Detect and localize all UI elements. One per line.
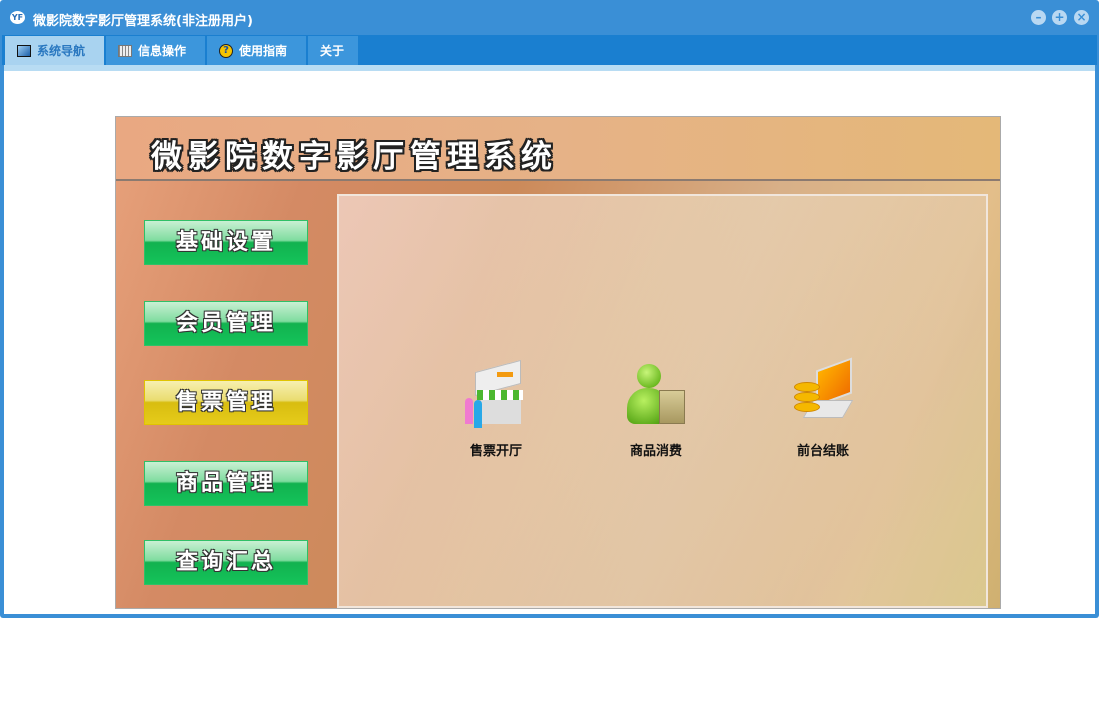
tab-system-nav[interactable]: 系统导航 <box>5 36 104 65</box>
tab-guide[interactable]: ? 使用指南 <box>207 36 306 65</box>
function-label: 前台结账 <box>796 444 849 459</box>
panel-header: 微影院数字影厅管理系统 <box>116 117 1000 181</box>
system-title: 微影院数字影厅管理系统 <box>151 139 558 175</box>
ticket-booth-button[interactable]: 售票开厅 <box>441 359 551 459</box>
title-bar: YF 微影院数字影厅管理系统(非注册用户) – + × <box>0 0 1099 35</box>
app-window: YF 微影院数字影厅管理系统(非注册用户) – + × 系统导航 信息操作 ? 使… <box>0 0 1099 618</box>
tab-label: 信息操作 <box>138 44 187 58</box>
close-icon[interactable]: × <box>1074 10 1089 25</box>
navigation-panel: 微影院数字影厅管理系统 基础设置 会员管理 售票管理 商品管理 查询汇总 售票开… <box>115 116 1001 609</box>
nav-goods-management-button[interactable]: 商品管理 <box>144 461 308 506</box>
minimize-icon[interactable]: – <box>1031 10 1046 25</box>
shopping-user-icon <box>625 362 687 428</box>
ticket-booth-icon <box>465 359 527 428</box>
nav-query-summary-button[interactable]: 查询汇总 <box>144 540 308 585</box>
function-label: 商品消费 <box>629 444 682 459</box>
function-label: 售票开厅 <box>469 444 522 459</box>
help-icon: ? <box>219 43 233 58</box>
function-area: 售票开厅 商品消费 前台结账 <box>337 194 988 608</box>
tab-info-ops[interactable]: 信息操作 <box>106 36 205 65</box>
tab-about[interactable]: 关于 <box>308 36 358 65</box>
front-desk-checkout-button[interactable]: 前台结账 <box>768 357 878 459</box>
nav-member-management-button[interactable]: 会员管理 <box>144 301 308 346</box>
goods-consumption-button[interactable]: 商品消费 <box>601 362 711 459</box>
menu-tabs: 系统导航 信息操作 ? 使用指南 关于 <box>2 35 1097 65</box>
monitor-icon <box>17 44 31 57</box>
grid-icon <box>118 44 132 57</box>
window-title: 微影院数字影厅管理系统(非注册用户) <box>33 14 253 29</box>
tab-label: 关于 <box>320 44 345 58</box>
tab-label: 使用指南 <box>239 44 288 58</box>
tab-label: 系统导航 <box>37 44 86 58</box>
nav-basic-settings-button[interactable]: 基础设置 <box>144 220 308 265</box>
app-logo-icon: YF <box>10 11 25 24</box>
checkout-laptop-icon <box>792 357 854 428</box>
nav-ticket-management-button[interactable]: 售票管理 <box>144 380 308 425</box>
restore-icon[interactable]: + <box>1052 10 1067 25</box>
